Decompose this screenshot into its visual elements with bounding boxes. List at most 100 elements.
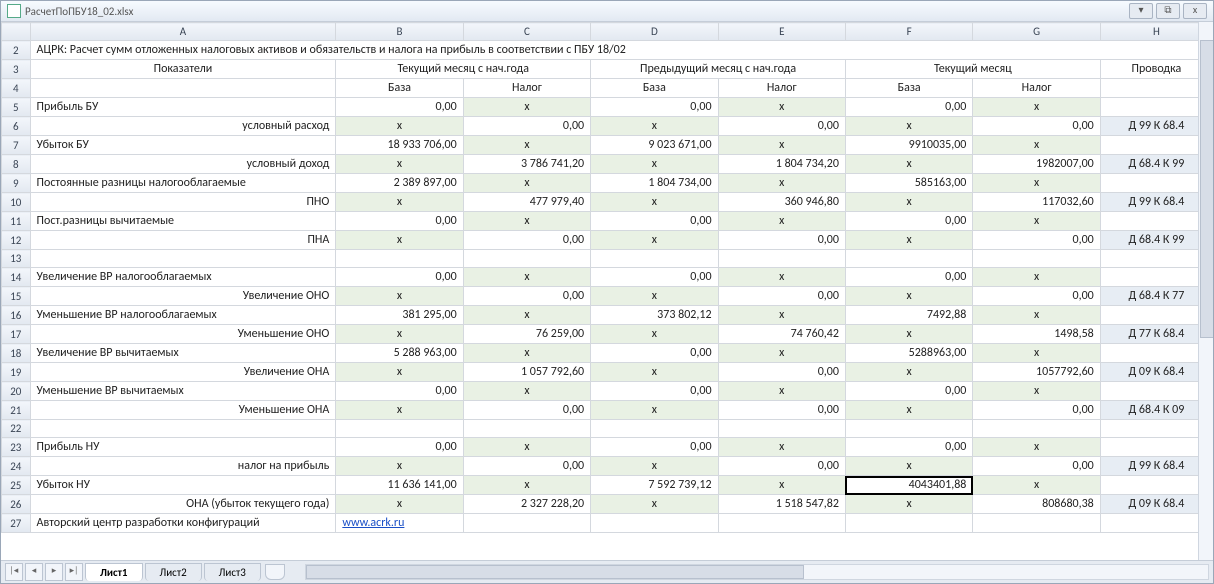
header-sub-G[interactable]: Налог (973, 79, 1100, 98)
cell-H9[interactable] (1100, 174, 1212, 193)
cell-B19[interactable]: x (336, 363, 463, 382)
cell-G25[interactable]: x (973, 476, 1100, 495)
cell-F16[interactable]: 7492,88 (845, 306, 972, 325)
cell-H7[interactable] (1100, 136, 1212, 155)
header-current-month[interactable]: Текущий месяц (845, 60, 1100, 79)
cell-G10[interactable]: 117032,60 (973, 193, 1100, 212)
acrk-link[interactable]: www.acrk.ru (342, 516, 404, 530)
cell-B15[interactable]: x (336, 287, 463, 306)
cell-D26[interactable]: x (591, 495, 718, 514)
cell-H8[interactable]: Д 68.4 К 99 (1100, 155, 1212, 174)
cell-F27[interactable] (845, 514, 972, 533)
col-header-D[interactable]: D (591, 23, 718, 41)
cell-G26[interactable]: 808680,38 (973, 495, 1100, 514)
cell-A23[interactable]: Прибыль НУ (30, 438, 336, 457)
row-header-3[interactable]: 3 (2, 60, 31, 79)
cell-G22[interactable] (973, 420, 1100, 438)
cell-C7[interactable]: x (463, 136, 590, 155)
cell-F26[interactable]: x (845, 495, 972, 514)
cell-B25[interactable]: 11 636 141,00 (336, 476, 463, 495)
cell-E22[interactable] (718, 420, 845, 438)
cell-H14[interactable] (1100, 268, 1212, 287)
cell-F23[interactable]: 0,00 (845, 438, 972, 457)
cell-B17[interactable]: x (336, 325, 463, 344)
cell-B8[interactable]: x (336, 155, 463, 174)
row-header-21[interactable]: 21 (2, 401, 31, 420)
header-sub-E[interactable]: Налог (718, 79, 845, 98)
cell-D14[interactable]: 0,00 (591, 268, 718, 287)
row-header-14[interactable]: 14 (2, 268, 31, 287)
cell-E14[interactable]: x (718, 268, 845, 287)
cell-H22[interactable] (1100, 420, 1212, 438)
cell-E15[interactable]: 0,00 (718, 287, 845, 306)
cell-C16[interactable]: x (463, 306, 590, 325)
cell-F22[interactable] (845, 420, 972, 438)
header-sub-F[interactable]: База (845, 79, 972, 98)
cell-H16[interactable] (1100, 306, 1212, 325)
cell-D20[interactable]: 0,00 (591, 382, 718, 401)
sheet-tab-Лист3[interactable]: Лист3 (204, 563, 261, 581)
cell-E12[interactable]: 0,00 (718, 231, 845, 250)
row-header-17[interactable]: 17 (2, 325, 31, 344)
cell-H15[interactable]: Д 68.4 К 77 (1100, 287, 1212, 306)
cell-G24[interactable]: 0,00 (973, 457, 1100, 476)
close-button[interactable]: x (1183, 3, 1207, 19)
cell-E16[interactable]: x (718, 306, 845, 325)
cell-D23[interactable]: 0,00 (591, 438, 718, 457)
header-empty-H[interactable] (1100, 79, 1212, 98)
cell-D9[interactable]: 1 804 734,00 (591, 174, 718, 193)
header-prev-ytd[interactable]: Предыдущий месяц с нач.года (591, 60, 846, 79)
cell-A8[interactable]: условный доход (30, 155, 336, 174)
cell-C6[interactable]: 0,00 (463, 117, 590, 136)
cell-E18[interactable]: x (718, 344, 845, 363)
cell-A26[interactable]: ОНА (убыток текущего года) (30, 495, 336, 514)
cell-B5[interactable]: 0,00 (336, 98, 463, 117)
cell-C11[interactable]: x (463, 212, 590, 231)
cell-H21[interactable]: Д 68.4 К 09 (1100, 401, 1212, 420)
cell-H20[interactable] (1100, 382, 1212, 401)
cell-F14[interactable]: 0,00 (845, 268, 972, 287)
cell-D8[interactable]: x (591, 155, 718, 174)
col-header-H[interactable]: H (1100, 23, 1212, 41)
cell-C22[interactable] (463, 420, 590, 438)
cell-E27[interactable] (718, 514, 845, 533)
row-header-5[interactable]: 5 (2, 98, 31, 117)
row-header-12[interactable]: 12 (2, 231, 31, 250)
cell-F5[interactable]: 0,00 (845, 98, 972, 117)
cell-H17[interactable]: Д 77 К 68.4 (1100, 325, 1212, 344)
horizontal-scroll-thumb[interactable] (306, 565, 804, 579)
cell-D21[interactable]: x (591, 401, 718, 420)
cell-F6[interactable]: x (845, 117, 972, 136)
cell-H11[interactable] (1100, 212, 1212, 231)
col-header-F[interactable]: F (845, 23, 972, 41)
cell-H23[interactable] (1100, 438, 1212, 457)
cell-D22[interactable] (591, 420, 718, 438)
cell-B13[interactable] (336, 250, 463, 268)
cell-F21[interactable]: x (845, 401, 972, 420)
cell-A14[interactable]: Увеличение ВР налогооблагаемых (30, 268, 336, 287)
cell-F20[interactable]: 0,00 (845, 382, 972, 401)
row-header-16[interactable]: 16 (2, 306, 31, 325)
row-header-24[interactable]: 24 (2, 457, 31, 476)
vertical-scroll-thumb[interactable] (1200, 40, 1213, 338)
cell-C9[interactable]: x (463, 174, 590, 193)
cell-A9[interactable]: Постоянные разницы налогооблагаемые (30, 174, 336, 193)
cell-F18[interactable]: 5288963,00 (845, 344, 972, 363)
cell-B9[interactable]: 2 389 897,00 (336, 174, 463, 193)
cell-F24[interactable]: x (845, 457, 972, 476)
cell-D7[interactable]: 9 023 671,00 (591, 136, 718, 155)
cell-D16[interactable]: 373 802,12 (591, 306, 718, 325)
row-header-10[interactable]: 10 (2, 193, 31, 212)
cell-D17[interactable]: x (591, 325, 718, 344)
cell-A12[interactable]: ПНА (30, 231, 336, 250)
cell-C19[interactable]: 1 057 792,60 (463, 363, 590, 382)
row-header-25[interactable]: 25 (2, 476, 31, 495)
horizontal-scrollbar[interactable] (305, 564, 1209, 580)
cell-G11[interactable]: x (973, 212, 1100, 231)
cell-E23[interactable]: x (718, 438, 845, 457)
cell-B14[interactable]: 0,00 (336, 268, 463, 287)
cell-A5[interactable]: Прибыль БУ (30, 98, 336, 117)
header-current-ytd[interactable]: Текущий месяц с нач.года (336, 60, 591, 79)
cell-E13[interactable] (718, 250, 845, 268)
cell-C23[interactable]: x (463, 438, 590, 457)
